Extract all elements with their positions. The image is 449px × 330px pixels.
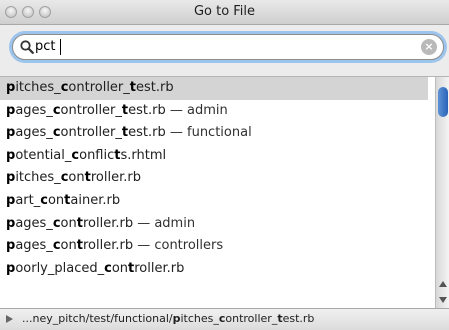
search-field[interactable]: × xyxy=(12,34,444,60)
match-highlight: c xyxy=(104,260,112,276)
match-highlight: p xyxy=(6,102,16,118)
filename-text: on xyxy=(60,238,77,254)
filename-text: ainer.rb xyxy=(70,192,121,208)
window-title: Go to File xyxy=(193,4,256,19)
filename-text: oorly_placed_ xyxy=(15,260,105,276)
filename-text: ontroller_ xyxy=(60,125,122,141)
text-caret xyxy=(60,39,61,55)
match-highlight: c xyxy=(52,125,61,141)
filename-text: onflic xyxy=(79,147,115,163)
search-input[interactable] xyxy=(35,37,415,55)
result-folder-context: — controllers xyxy=(133,238,224,254)
search-icon xyxy=(20,40,34,54)
title-bar: Go to File xyxy=(0,0,449,25)
filename-text: ontroller_ xyxy=(60,102,122,118)
clear-search-icon[interactable]: × xyxy=(421,39,437,55)
filename-text: roller.rb xyxy=(82,238,134,254)
filename-text: roller.rb xyxy=(90,170,141,186)
result-row[interactable]: pages_controller_test.rb — functional xyxy=(0,122,428,145)
match-highlight: p xyxy=(6,125,16,141)
filename-text: ages_ xyxy=(15,125,53,141)
filename-text: ontroller_ xyxy=(225,312,278,325)
filename-text: est.rb xyxy=(128,102,166,118)
filename-text: on xyxy=(60,215,77,231)
filename-text: on xyxy=(68,170,85,186)
filename-text: s.rhtml xyxy=(120,147,167,163)
result-row[interactable]: poorly_placed_controller.rb xyxy=(0,258,428,281)
path-bar: ...ney_pitch/test/functional/pitches_con… xyxy=(0,308,449,330)
filename-text: art_ xyxy=(15,192,41,208)
filename-text: ontroller_ xyxy=(68,80,130,95)
scroll-up-arrow-icon[interactable] xyxy=(439,281,447,287)
results-rows: pitches_controller_test.rb pages_controll… xyxy=(0,77,449,280)
result-row[interactable]: potential_conflicts.rhtml xyxy=(0,145,428,168)
result-row[interactable]: pages_controller.rb — controllers xyxy=(0,235,428,258)
disclosure-triangle-icon[interactable] xyxy=(6,315,13,323)
match-highlight: p xyxy=(6,192,16,208)
filename-text: itches_ xyxy=(180,312,219,325)
scrollbar-thumb[interactable] xyxy=(438,87,448,117)
filename-text: on xyxy=(111,260,129,276)
match-highlight: c xyxy=(52,102,61,118)
result-row[interactable]: pages_controller_test.rb — admin xyxy=(0,100,428,123)
filename-text: itches_ xyxy=(15,80,61,95)
match-highlight: c xyxy=(52,238,61,254)
result-row[interactable]: pitches_controller_test.rb xyxy=(0,77,428,100)
result-folder-context: — admin xyxy=(133,215,196,231)
search-area: × xyxy=(0,25,449,73)
match-highlight: c xyxy=(40,192,48,208)
filename-text: roller.rb xyxy=(82,215,134,231)
match-highlight: p xyxy=(6,147,16,163)
filename-text: est.rb xyxy=(282,312,315,325)
scrollbar[interactable] xyxy=(435,77,449,309)
result-row[interactable]: part_container.rb xyxy=(0,190,428,213)
filename-text: ...ney_pitch/test/functional/ xyxy=(22,312,173,325)
result-folder-context: — functional xyxy=(165,125,252,141)
filename-text: ages_ xyxy=(15,238,53,254)
filename-text: ages_ xyxy=(15,215,53,231)
filename-text: est.rb xyxy=(128,125,166,141)
selected-file-path: ...ney_pitch/test/functional/pitches_con… xyxy=(22,309,314,329)
results-list: pitches_controller_test.rb pages_controll… xyxy=(0,76,449,309)
filename-text: ages_ xyxy=(15,102,53,118)
filename-text: est.rb xyxy=(136,80,174,95)
go-to-file-window: Go to File × pitches_controller_test.rbp… xyxy=(0,0,449,330)
match-highlight: c xyxy=(52,215,61,231)
scroll-down-arrow-icon[interactable] xyxy=(439,297,447,303)
match-highlight: p xyxy=(6,170,16,186)
match-highlight: p xyxy=(6,260,16,276)
filename-text: on xyxy=(47,192,65,208)
filename-text: roller.rb xyxy=(134,260,185,276)
filename-text: otential_ xyxy=(15,147,72,163)
result-row[interactable]: pitches_controller.rb xyxy=(0,167,428,190)
filename-text: itches_ xyxy=(15,170,61,186)
match-highlight: p xyxy=(6,80,16,95)
result-row[interactable]: pages_controller.rb — admin xyxy=(0,213,428,236)
match-highlight: p xyxy=(6,215,16,231)
match-highlight: c xyxy=(71,147,80,163)
result-folder-context: — admin xyxy=(165,102,228,118)
match-highlight: p xyxy=(6,238,16,254)
